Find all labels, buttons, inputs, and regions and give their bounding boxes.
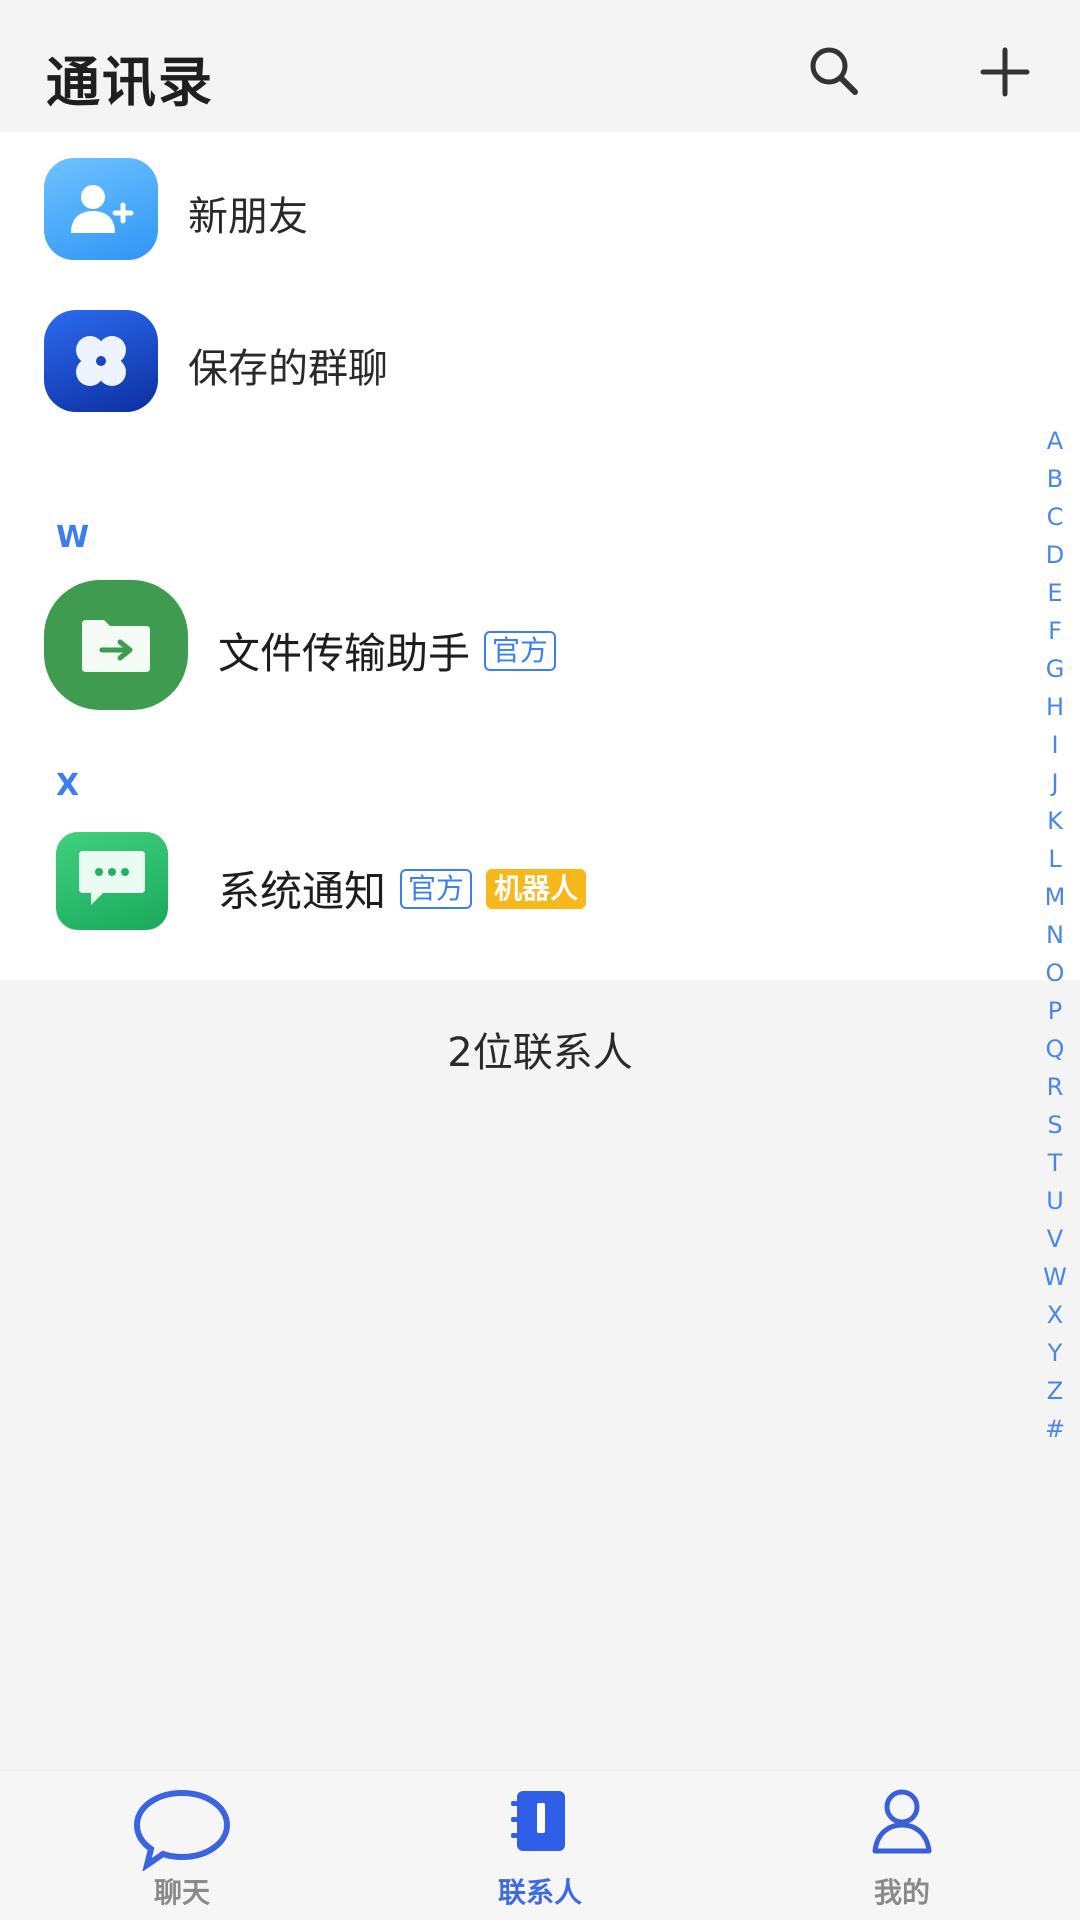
saved-groups-label: 保存的群聊	[188, 346, 388, 392]
contacts-screen: 通讯录 新朋友 保存的群聊 W 文件传输助手 官方 X 系统通知 官方 机器人 …	[0, 0, 1080, 1920]
nav-label-contacts: 联系人	[497, 1876, 582, 1909]
clover-icon	[76, 336, 126, 386]
alpha-letter-c[interactable]: C	[1047, 498, 1064, 536]
search-icon	[810, 47, 858, 95]
section-letter-w: W	[56, 520, 90, 555]
alpha-letter-m[interactable]: M	[1045, 878, 1066, 916]
alpha-letter-p[interactable]: P	[1048, 992, 1062, 1030]
official-tag: 官方	[400, 868, 473, 909]
system-notice-name: 系统通知	[218, 867, 387, 916]
nav-label-chat: 聊天	[153, 1876, 210, 1909]
alpha-letter-d[interactable]: D	[1046, 536, 1064, 574]
system-notice-avatar	[56, 832, 168, 930]
alpha-letter-r[interactable]: R	[1047, 1068, 1064, 1106]
folder-arrow-icon	[82, 620, 150, 672]
alpha-letter-hash[interactable]: #	[1045, 1410, 1065, 1448]
new-friends-avatar	[44, 158, 158, 260]
file-helper-avatar	[44, 580, 188, 710]
alpha-letter-g[interactable]: G	[1046, 650, 1065, 688]
alpha-letter-h[interactable]: H	[1046, 688, 1064, 726]
robot-tag: 机器人	[486, 868, 587, 909]
top-bar: 通讯录	[0, 0, 1080, 132]
section-letter-x: X	[56, 768, 80, 803]
person-icon	[872, 1789, 932, 1854]
alpha-letter-e[interactable]: E	[1047, 574, 1062, 612]
alpha-letter-l[interactable]: L	[1048, 840, 1061, 878]
search-button[interactable]	[795, 32, 875, 112]
alpha-letter-u[interactable]: U	[1046, 1182, 1064, 1220]
saved-groups-avatar	[44, 310, 158, 412]
alpha-letter-q[interactable]: Q	[1046, 1030, 1065, 1068]
alpha-letter-v[interactable]: V	[1047, 1220, 1063, 1258]
alpha-letter-j[interactable]: J	[1051, 764, 1058, 802]
alphabet-index[interactable]: A B C D E F G H I J K L M N O P Q R S T U V W X Y Z #	[1038, 422, 1072, 1448]
new-friends-row[interactable]: 新朋友	[0, 154, 1040, 264]
alpha-letter-f[interactable]: F	[1048, 612, 1062, 650]
nav-label-me: 我的	[873, 1876, 930, 1909]
contacts-book-icon	[511, 1791, 565, 1851]
alpha-letter-s[interactable]: S	[1047, 1106, 1062, 1144]
alpha-letter-n[interactable]: N	[1046, 916, 1064, 954]
contact-count: 2位联系人	[447, 1030, 633, 1076]
page-title: 通讯录	[46, 51, 214, 114]
plus-icon	[980, 47, 1030, 97]
alpha-letter-y[interactable]: Y	[1048, 1334, 1063, 1372]
official-tag: 官方	[484, 630, 557, 671]
nav-tab-contacts[interactable]: 联系人	[440, 1771, 640, 1920]
contact-list: 新朋友 保存的群聊 W 文件传输助手 官方 X 系统通知 官方 机器人	[0, 132, 1080, 980]
chat-bubble-icon	[133, 1789, 231, 1871]
alpha-letter-t[interactable]: T	[1048, 1144, 1063, 1182]
nav-tab-me[interactable]: 我的	[802, 1771, 1002, 1920]
alpha-letter-x[interactable]: X	[1047, 1296, 1063, 1334]
alpha-letter-z[interactable]: Z	[1047, 1372, 1063, 1410]
alpha-letter-w[interactable]: W	[1043, 1258, 1067, 1296]
nav-tab-chat[interactable]: 聊天	[82, 1771, 282, 1920]
alpha-letter-b[interactable]: B	[1047, 460, 1063, 498]
alpha-letter-i[interactable]: I	[1051, 726, 1058, 764]
alpha-letter-k[interactable]: K	[1047, 802, 1063, 840]
bottom-nav: 聊天 联系人 我的	[0, 1770, 1080, 1920]
file-helper-row[interactable]: 文件传输助手 官方	[0, 580, 1040, 714]
alpha-letter-a[interactable]: A	[1047, 422, 1063, 460]
add-button[interactable]	[965, 32, 1045, 112]
chat-bubble-dots-icon	[79, 851, 145, 905]
saved-groups-row[interactable]: 保存的群聊	[0, 306, 1040, 416]
add-person-icon	[71, 185, 134, 233]
system-notice-row[interactable]: 系统通知 官方 机器人	[0, 832, 1040, 948]
new-friends-label: 新朋友	[188, 194, 308, 240]
file-helper-name: 文件传输助手	[218, 629, 471, 678]
alpha-letter-o[interactable]: O	[1046, 954, 1065, 992]
